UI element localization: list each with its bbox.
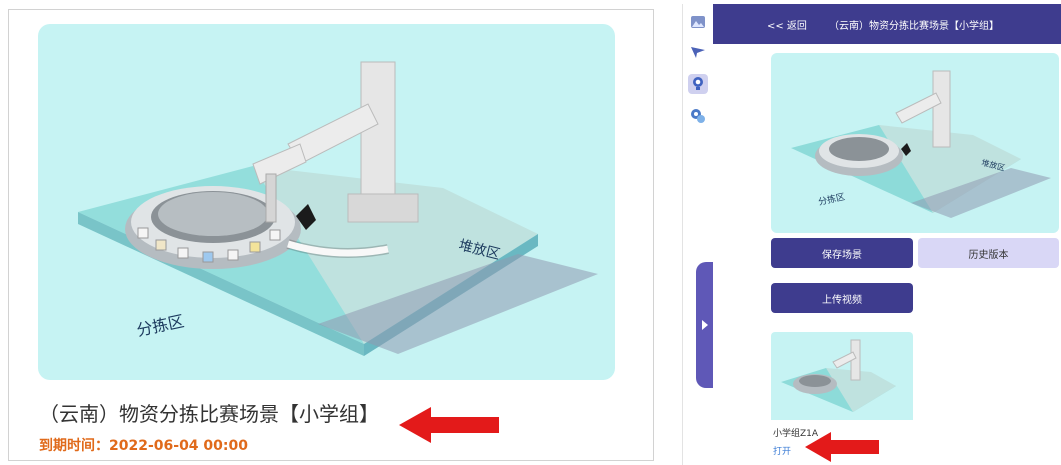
scene-card[interactable]: 分拣区 堆放区 （云南）物资分拣比赛场景【小学组】 到期时间：2022-06-0…: [8, 9, 654, 461]
save-scene-button[interactable]: 保存场景: [771, 238, 913, 268]
left-arrow-icon: [399, 407, 499, 443]
scene-title[interactable]: （云南）物资分拣比赛场景【小学组】: [39, 398, 379, 427]
scene-editor-panel: << 返回 （云南）物资分拣比赛场景【小学组】 分拣区 堆放区 保存场景 历史版…: [682, 4, 1061, 465]
right-arrow-icon: [805, 432, 879, 462]
history-version-button[interactable]: 历史版本: [918, 238, 1059, 268]
icon-rail: [683, 4, 713, 465]
panel-title: （云南）物资分拣比赛场景【小学组】: [829, 21, 999, 32]
expand-sidebar-tab[interactable]: [696, 262, 713, 388]
panel-header: << 返回 （云南）物资分拣比赛场景【小学组】: [713, 4, 1061, 44]
scene-illustration: 分拣区 堆放区: [78, 61, 598, 356]
chevron-right-icon: [701, 320, 708, 330]
back-button[interactable]: << 返回: [767, 17, 807, 32]
video-thumbnail[interactable]: [771, 332, 913, 420]
expiry-time: 到期时间：2022-06-04 00:00: [39, 438, 248, 454]
scene-thumbnail[interactable]: 分拣区 堆放区: [38, 24, 615, 380]
scene-preview[interactable]: 分拣区 堆放区: [771, 53, 1059, 233]
send-icon[interactable]: [688, 42, 708, 62]
trophy-icon[interactable]: [688, 74, 708, 94]
image-icon[interactable]: [688, 12, 708, 32]
settings-icon[interactable]: [688, 106, 708, 126]
sort-zone-label: 分拣区: [135, 311, 186, 340]
preview-sort-zone-label: 分拣区: [817, 191, 846, 208]
scene-preview-illustration: 分拣区 堆放区: [791, 70, 1051, 218]
upload-video-button[interactable]: 上传视频: [771, 283, 913, 313]
open-video-link[interactable]: 打开: [773, 444, 791, 457]
